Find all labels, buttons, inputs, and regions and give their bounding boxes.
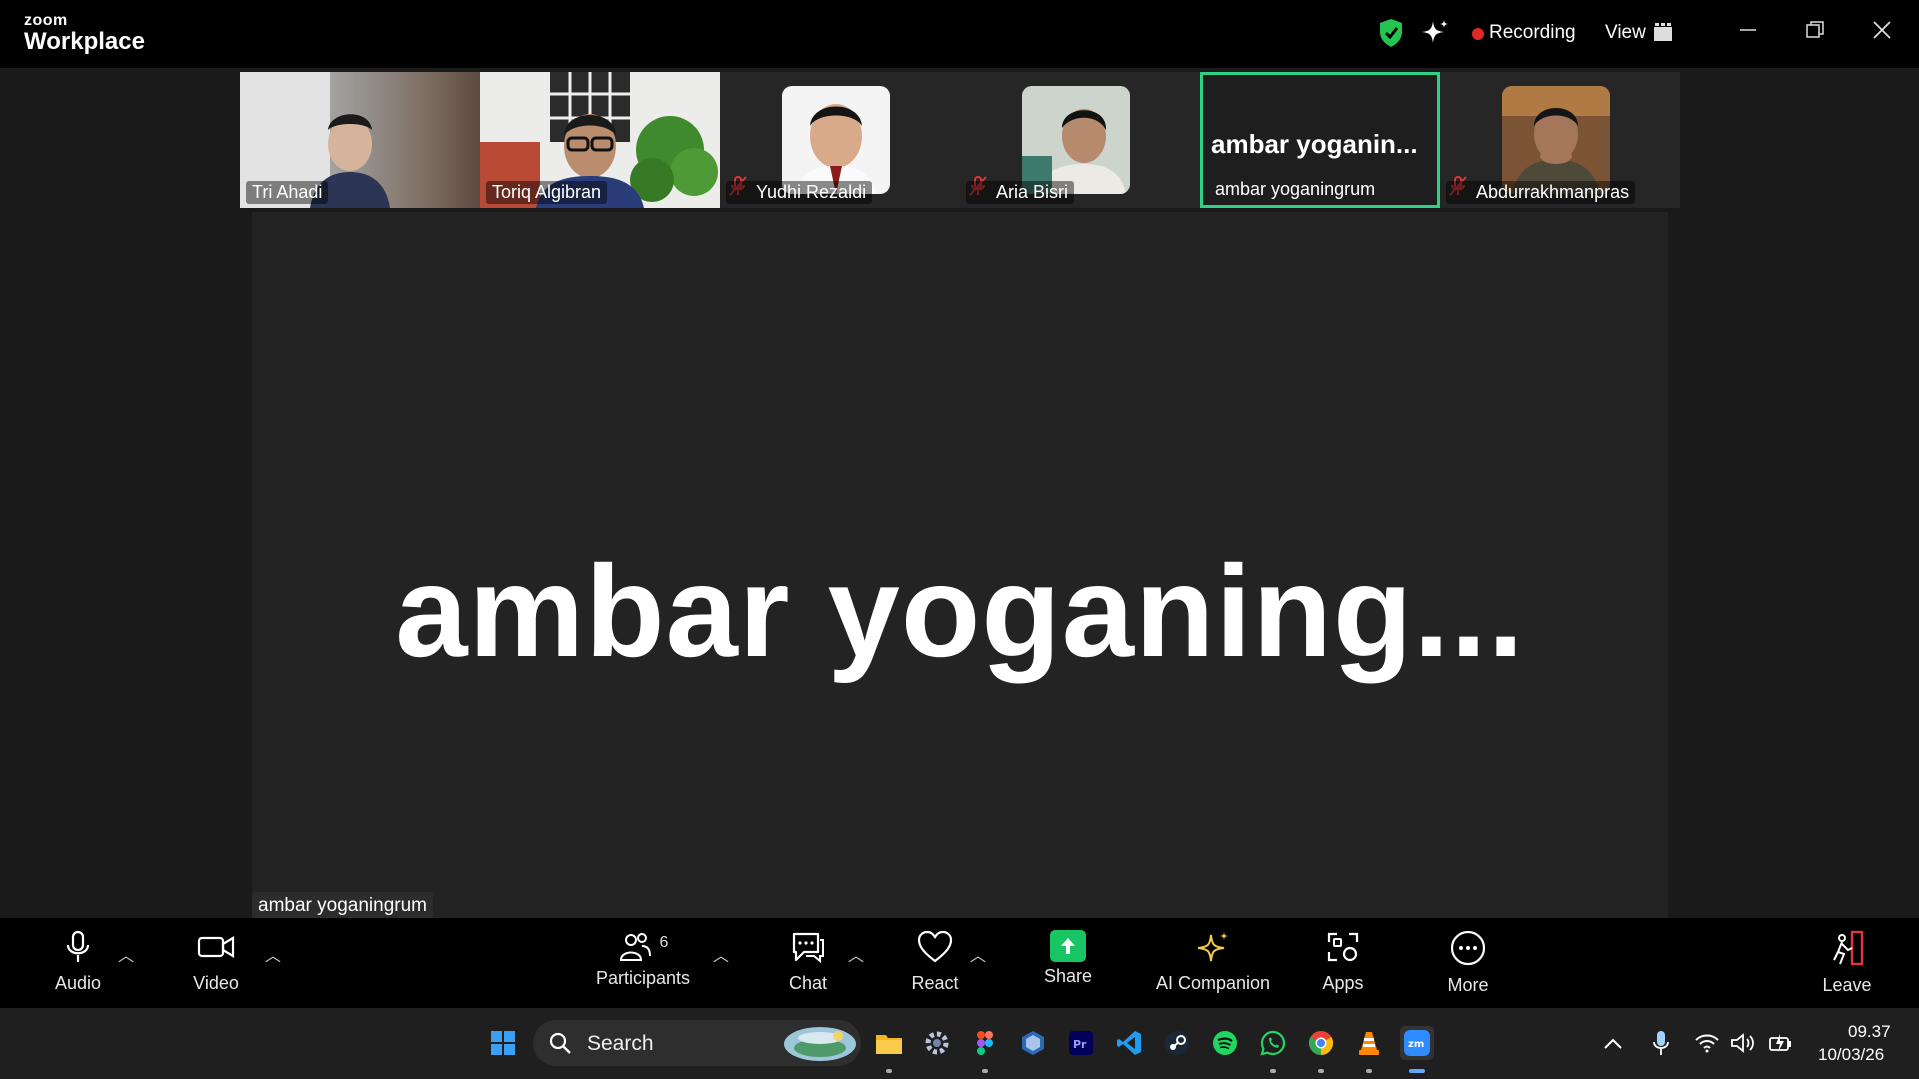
thumbnail-name: Abdurrakhmanpras: [1446, 181, 1636, 204]
thumbnail-toriq-algibran[interactable]: Toriq Algibran: [480, 72, 720, 208]
virtualbox-icon[interactable]: [1016, 1026, 1050, 1060]
chat-label: Chat: [788, 973, 828, 993]
vscode-icon[interactable]: [1112, 1026, 1146, 1060]
thumbnail-display-name: ambar yoganin...: [1211, 129, 1418, 159]
chat-icon: [792, 932, 824, 964]
active-speaker-name-label: ambar yoganingrum: [252, 892, 433, 920]
video-button[interactable]: Video: [186, 930, 246, 994]
search-icon: [548, 1031, 572, 1060]
battery-icon[interactable]: [1764, 1026, 1798, 1060]
apps-icon: [1327, 932, 1359, 962]
svg-text:Pr: Pr: [1073, 1038, 1087, 1051]
thumbnail-name: ambar yoganingrum: [1215, 179, 1376, 199]
taskbar-running-indicator: [1366, 1069, 1372, 1073]
thumbnail-abdurrakhmanpras[interactable]: Abdurrakhmanpras: [1440, 72, 1680, 208]
wifi-icon[interactable]: [1690, 1026, 1724, 1060]
leave-button[interactable]: Leave: [1812, 930, 1882, 996]
brand-workplace: Workplace: [24, 28, 145, 55]
volume-icon[interactable]: [1726, 1026, 1760, 1060]
participants-label: Participants: [595, 968, 691, 988]
thumbnail-name: Toriq Algibran: [486, 181, 608, 204]
recording-label[interactable]: Recording: [1489, 22, 1576, 44]
ai-companion-label: AI Companion: [1155, 973, 1271, 993]
react-label: React: [911, 973, 959, 993]
recording-dot-icon: [1472, 28, 1484, 40]
whatsapp-icon[interactable]: [1256, 1026, 1290, 1060]
participants-options-chevron-icon[interactable]: ︿: [713, 942, 729, 966]
more-label: More: [1447, 975, 1489, 995]
zoom-taskbar-icon[interactable]: zm: [1400, 1026, 1434, 1060]
chrome-icon[interactable]: [1304, 1026, 1338, 1060]
windows-taskbar: [0, 1008, 1919, 1079]
thumbnail-name: Yudhi Rezaldi: [726, 181, 873, 204]
view-grid-icon[interactable]: [1654, 23, 1672, 46]
tray-microphone-icon[interactable]: [1644, 1026, 1678, 1060]
thumbnail-name: Aria Bisri: [966, 181, 1075, 204]
leave-label: Leave: [1822, 975, 1872, 995]
apps-button[interactable]: Apps: [1308, 930, 1378, 994]
taskbar-running-indicator: [1270, 1069, 1276, 1073]
react-button[interactable]: React: [900, 930, 970, 994]
audio-button[interactable]: Audio: [48, 930, 108, 994]
thumbnail-name: Tri Ahadi: [246, 181, 329, 204]
file-explorer-icon[interactable]: [872, 1026, 906, 1060]
share-button[interactable]: Share: [1033, 930, 1103, 987]
audio-label: Audio: [54, 973, 102, 993]
taskbar-running-indicator: [982, 1069, 988, 1073]
clock-date[interactable]: 10/03/26: [1818, 1045, 1884, 1065]
show-hidden-icons-chevron-icon[interactable]: [1596, 1026, 1630, 1060]
chat-button[interactable]: Chat: [773, 930, 843, 994]
active-speaker-display-name: ambar yoganing...: [395, 538, 1525, 684]
close-icon[interactable]: [1872, 20, 1892, 45]
share-label: Share: [1043, 966, 1093, 986]
participants-icon: [619, 933, 651, 961]
video-label: Video: [193, 973, 239, 993]
microphone-icon: [66, 930, 90, 962]
svg-text:zm: zm: [1408, 1039, 1424, 1050]
video-camera-icon: [197, 936, 235, 958]
thumbnail-tri-ahadi[interactable]: Tri Ahadi: [240, 72, 480, 208]
figma-icon[interactable]: [968, 1026, 1002, 1060]
minimize-icon[interactable]: [1738, 20, 1758, 45]
thumbnail-aria-bisri[interactable]: Aria Bisri: [960, 72, 1200, 208]
ai-sparkle-icon[interactable]: [1420, 18, 1450, 53]
participants-count: 6: [659, 934, 669, 951]
thumbnail-yudhi-rezaldi[interactable]: Yudhi Rezaldi: [720, 72, 960, 208]
steam-icon[interactable]: [1160, 1026, 1194, 1060]
ai-companion-button[interactable]: AI Companion: [1150, 930, 1276, 994]
heart-icon: [917, 930, 953, 963]
apps-label: Apps: [1322, 973, 1364, 993]
thumbnail-ambar-yoganingrum[interactable]: ambar yoganin... ambar yoganingrum: [1200, 72, 1440, 208]
leave-exit-icon: [1833, 930, 1864, 966]
taskbar-search-label: Search: [587, 1032, 654, 1055]
main-video-stage[interactable]: ambar yoganing...: [252, 212, 1668, 918]
view-button[interactable]: View: [1605, 22, 1646, 44]
avatar: [782, 86, 890, 194]
spotify-icon[interactable]: [1208, 1026, 1242, 1060]
audio-options-chevron-icon[interactable]: ︿: [118, 942, 134, 966]
taskbar-running-indicator: [886, 1069, 892, 1073]
avatar: [1022, 86, 1130, 194]
react-options-chevron-icon[interactable]: ︿: [970, 942, 986, 966]
search-highlight-icon: [782, 1024, 858, 1069]
settings-gear-icon[interactable]: [920, 1026, 954, 1060]
avatar: [1502, 86, 1610, 194]
vlc-icon[interactable]: [1352, 1026, 1386, 1060]
premiere-pro-icon[interactable]: Pr: [1064, 1026, 1098, 1060]
chat-options-chevron-icon[interactable]: ︿: [848, 942, 864, 966]
more-icon: [1450, 930, 1486, 966]
participants-button[interactable]: 6 Participants: [588, 930, 698, 989]
restore-icon[interactable]: [1805, 20, 1825, 45]
video-options-chevron-icon[interactable]: ︿: [265, 942, 281, 966]
share-screen-icon: [1050, 930, 1086, 962]
taskbar-active-indicator: [1409, 1069, 1425, 1073]
security-shield-icon[interactable]: [1378, 18, 1404, 53]
windows-start-icon[interactable]: [486, 1026, 520, 1060]
clock-time[interactable]: 09.37: [1848, 1022, 1891, 1042]
more-button[interactable]: More: [1433, 930, 1503, 996]
ai-companion-sparkle-icon: [1197, 932, 1228, 962]
taskbar-running-indicator: [1318, 1069, 1324, 1073]
